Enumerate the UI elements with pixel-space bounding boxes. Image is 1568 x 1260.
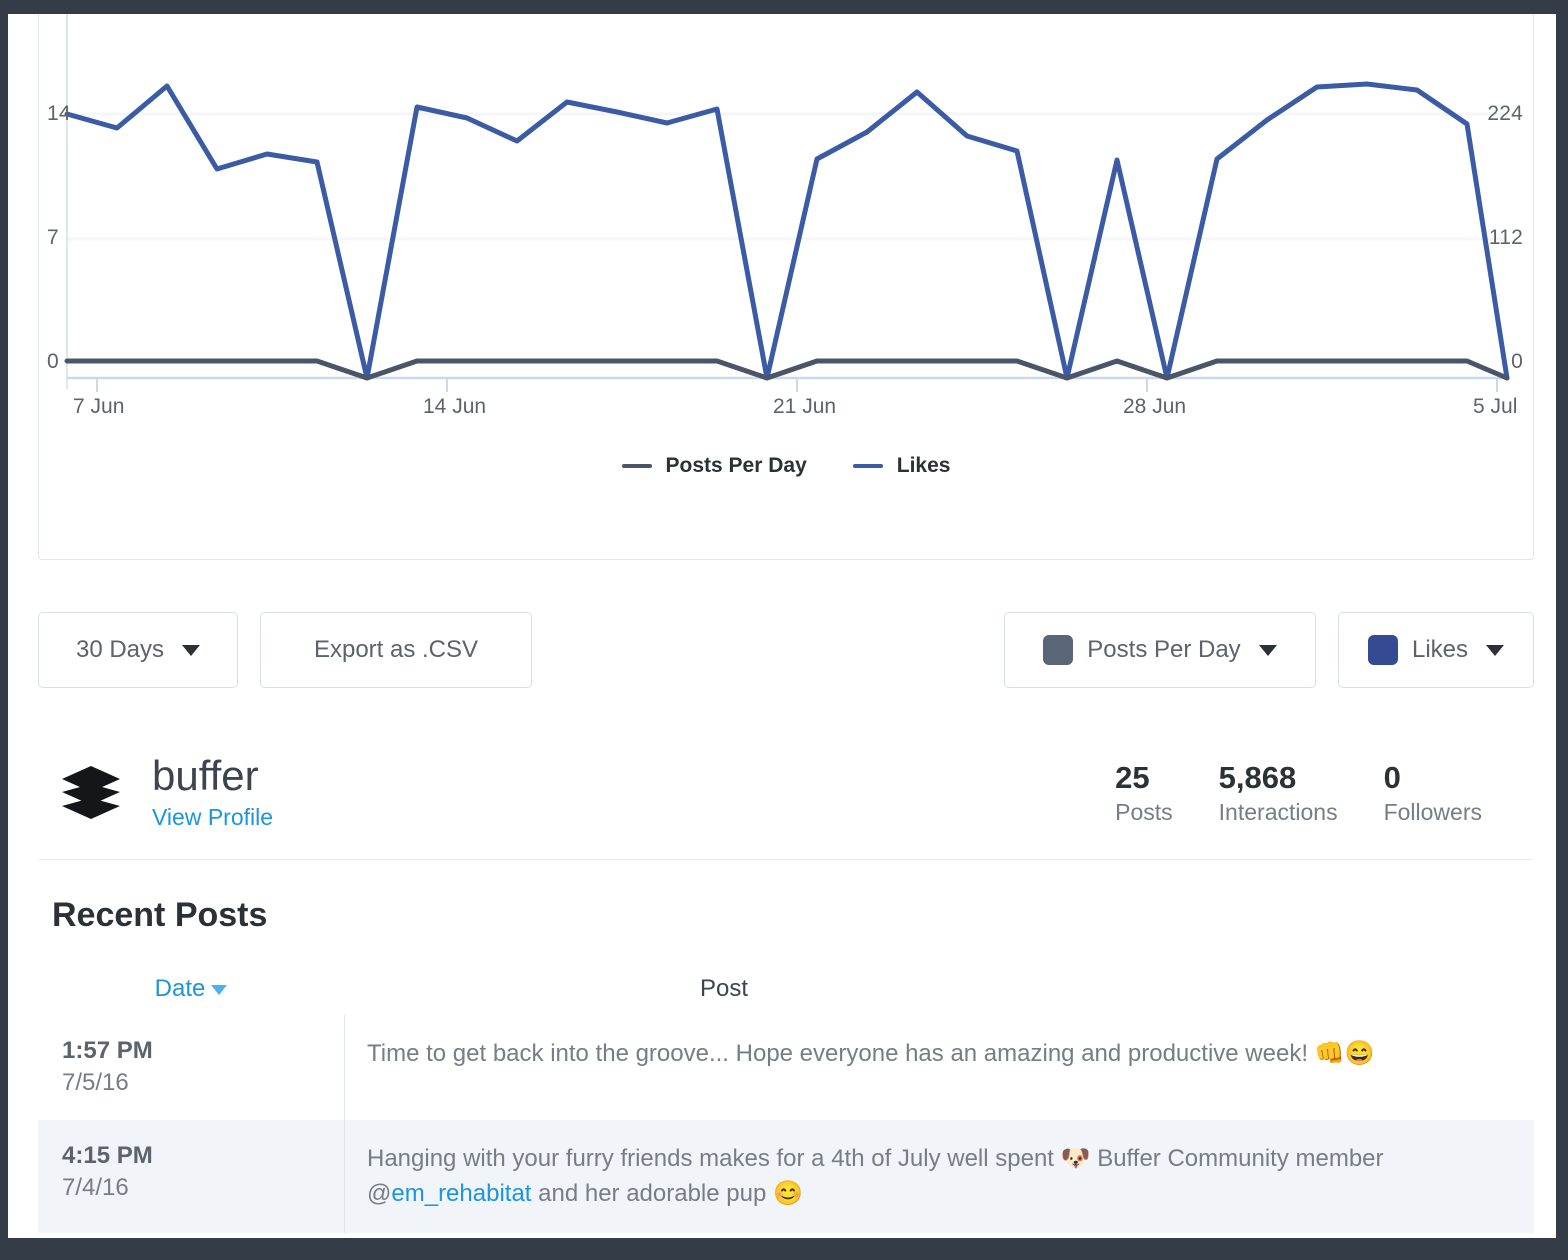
y-axis-right-tick-112: 112 <box>1489 226 1523 250</box>
post-date-cell: 1:57 PM 7/5/16 <box>38 1015 344 1120</box>
chart-card: 14 7 0 224 112 0 7 Jun 14 Jun 21 Jun 28 … <box>38 14 1534 560</box>
export-csv-button[interactable]: Export as .CSV <box>260 612 532 688</box>
x-axis-tick-7-jun: 7 Jun <box>73 395 124 419</box>
date-range-label: 30 Days <box>76 636 164 664</box>
recent-posts-title: Recent Posts <box>52 896 1534 935</box>
profile-stats: 25 Posts 5,868 Interactions 0 Followers <box>1115 759 1534 826</box>
stat-value-followers: 0 <box>1384 759 1482 796</box>
chart-x-tickmarks <box>97 378 1497 392</box>
x-axis-tick-5-jul: 5 Jul <box>1473 395 1517 419</box>
table-header-row: Date Post <box>38 963 1534 1015</box>
stat-label-interactions: Interactions <box>1219 799 1338 826</box>
sort-descending-icon <box>211 985 227 995</box>
stat-label-followers: Followers <box>1384 799 1482 826</box>
metric-label-likes: Likes <box>1412 636 1468 664</box>
color-swatch-icon-likes <box>1368 635 1398 665</box>
legend-line-icon-likes <box>853 464 883 468</box>
frame-right-edge <box>1558 0 1568 1260</box>
metric-dropdown-posts-per-day[interactable]: Posts Per Day <box>1004 612 1316 688</box>
legend-item-posts-per-day[interactable]: Posts Per Day <box>622 454 807 478</box>
metric-dropdown-likes[interactable]: Likes <box>1338 612 1534 688</box>
post-mention-link[interactable]: em_rehabitat <box>391 1180 531 1207</box>
analytics-chart <box>39 14 1533 434</box>
stat-posts: 25 Posts <box>1115 759 1173 826</box>
export-csv-label: Export as .CSV <box>314 636 478 664</box>
y-axis-right-tick-0: 0 <box>1511 350 1523 374</box>
stat-label-posts: Posts <box>1115 799 1173 826</box>
series-likes-line <box>67 84 1507 378</box>
chart-legend: Posts Per Day Likes <box>39 454 1533 478</box>
color-swatch-icon-posts-per-day <box>1043 635 1073 665</box>
view-profile-link[interactable]: View Profile <box>152 804 273 831</box>
post-text-cell: Hanging with your furry friends makes fo… <box>344 1120 1534 1234</box>
y-axis-left-tick-7: 7 <box>47 226 59 250</box>
stat-interactions: 5,868 Interactions <box>1219 759 1338 826</box>
date-range-dropdown[interactable]: 30 Days <box>38 612 238 688</box>
post-date-cell: 4:15 PM 7/4/16 <box>38 1120 344 1234</box>
stat-value-posts: 25 <box>1115 759 1173 796</box>
stat-value-interactions: 5,868 <box>1219 759 1338 796</box>
post-text-cell: Time to get back into the groove... Hope… <box>344 1015 1534 1120</box>
chevron-down-icon <box>1486 645 1504 656</box>
chart-gridlines <box>67 114 1507 239</box>
toolbar-right-group: Posts Per Day Likes <box>1004 612 1534 688</box>
chevron-down-icon <box>1259 645 1277 656</box>
x-axis-tick-28-jun: 28 Jun <box>1123 395 1186 419</box>
post-date: 7/5/16 <box>62 1067 344 1099</box>
buffer-logo-icon <box>60 762 122 824</box>
y-axis-left-tick-14: 14 <box>47 102 71 126</box>
legend-label-likes: Likes <box>897 454 951 478</box>
stat-followers: 0 Followers <box>1384 759 1482 826</box>
post-time: 4:15 PM <box>62 1140 344 1172</box>
legend-line-icon-posts-per-day <box>622 464 652 468</box>
table-row[interactable]: 4:15 PM 7/4/16 Hanging with your furry f… <box>38 1120 1534 1234</box>
legend-label-posts-per-day: Posts Per Day <box>666 454 807 478</box>
profile-row: buffer View Profile 25 Posts 5,868 Inter… <box>38 726 1534 860</box>
post-text: Time to get back into the groove... Hope… <box>367 1040 1374 1067</box>
series-posts-per-day-line <box>67 361 1507 378</box>
post-text-tail: and her adorable pup 😊 <box>531 1180 802 1207</box>
legend-item-likes[interactable]: Likes <box>853 454 951 478</box>
device-frame: 14 7 0 224 112 0 7 Jun 14 Jun 21 Jun 28 … <box>0 0 1568 1260</box>
chart-svg <box>39 14 1535 434</box>
column-header-post: Post <box>344 975 1534 1003</box>
x-axis-tick-14-jun: 14 Jun <box>423 395 486 419</box>
profile-info: buffer View Profile <box>152 754 273 831</box>
y-axis-right-tick-224: 224 <box>1487 102 1523 126</box>
profile-username: buffer <box>152 754 273 798</box>
table-row[interactable]: 1:57 PM 7/5/16 Time to get back into the… <box>38 1015 1534 1120</box>
y-axis-left-tick-0: 0 <box>47 350 59 374</box>
chevron-down-icon <box>182 645 200 656</box>
post-date: 7/4/16 <box>62 1172 344 1204</box>
post-time: 1:57 PM <box>62 1035 344 1067</box>
x-axis-tick-21-jun: 21 Jun <box>773 395 836 419</box>
toolbar-left-group: 30 Days Export as .CSV <box>38 612 532 688</box>
recent-posts-table: Date Post 1:57 PM 7/5/16 Time to get bac… <box>38 963 1534 1233</box>
column-header-date[interactable]: Date <box>38 975 344 1003</box>
metric-label-posts-per-day: Posts Per Day <box>1087 636 1240 664</box>
frame-bottom-edge <box>0 1238 1568 1260</box>
column-header-date-label: Date <box>155 975 206 1002</box>
analytics-page: 14 7 0 224 112 0 7 Jun 14 Jun 21 Jun 28 … <box>30 14 1542 1233</box>
app-viewport: 14 7 0 224 112 0 7 Jun 14 Jun 21 Jun 28 … <box>8 14 1556 1244</box>
chart-toolbar: 30 Days Export as .CSV Posts Per Day <box>38 608 1534 692</box>
